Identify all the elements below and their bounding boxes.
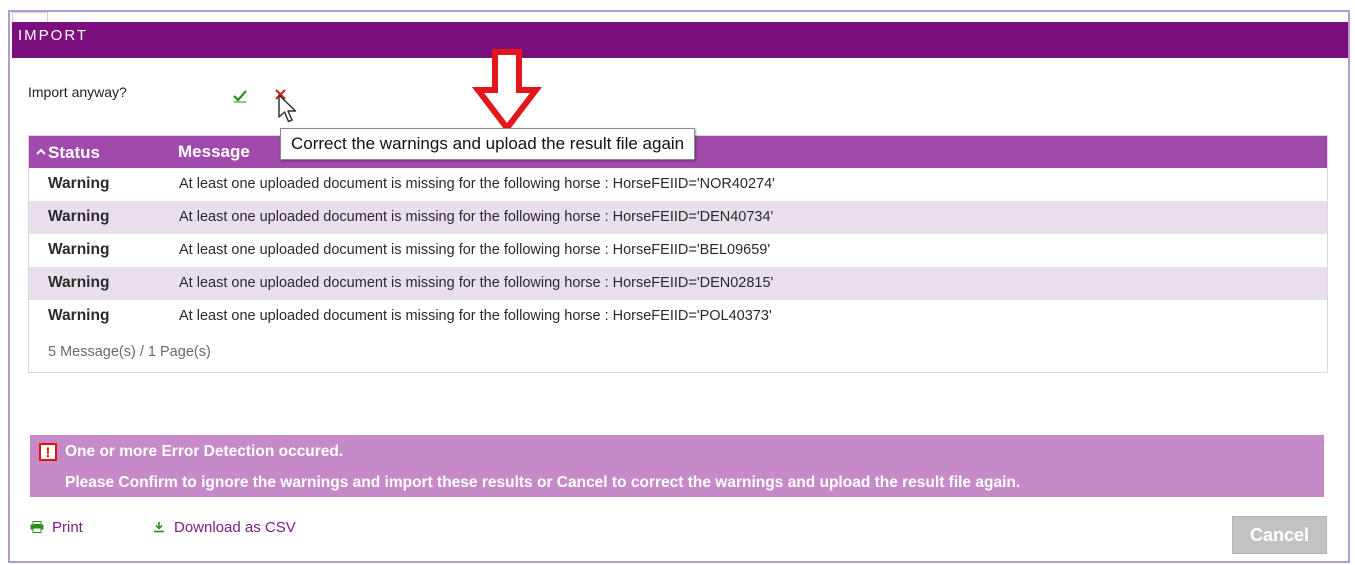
cancel-button[interactable]: Cancel <box>1232 516 1327 554</box>
tooltip: Correct the warnings and upload the resu… <box>280 128 696 160</box>
print-link[interactable]: Print <box>30 519 83 536</box>
pagination-summary: 5 Message(s) / 1 Page(s) <box>48 344 211 360</box>
status-cell: Warning <box>48 241 110 258</box>
table-row: Warning At least one uploaded document i… <box>29 201 1327 234</box>
table-row: Warning At least one uploaded document i… <box>29 267 1327 300</box>
grid-rows: Warning At least one uploaded document i… <box>29 168 1327 333</box>
message-cell: At least one uploaded document is missin… <box>179 308 772 324</box>
mouse-cursor-icon <box>277 93 299 125</box>
status-cell: Warning <box>48 175 110 192</box>
column-header-status-label: Status <box>48 143 100 162</box>
message-cell: At least one uploaded document is missin… <box>179 242 771 258</box>
table-row: Warning At least one uploaded document i… <box>29 300 1327 333</box>
dialog-title: IMPORT <box>12 22 1348 58</box>
checkmark-icon[interactable] <box>232 86 248 104</box>
print-label: Print <box>52 519 83 536</box>
download-csv-label: Download as CSV <box>174 519 296 536</box>
error-banner: ! One or more Error Detection occured. P… <box>30 435 1324 497</box>
error-title: One or more Error Detection occured. <box>65 443 344 460</box>
exclamation-icon: ! <box>39 443 57 461</box>
message-cell: At least one uploaded document is missin… <box>179 275 774 291</box>
table-row: Warning At least one uploaded document i… <box>29 234 1327 267</box>
download-csv-link[interactable]: Download as CSV <box>152 519 296 536</box>
status-cell: Warning <box>48 274 110 291</box>
message-cell: At least one uploaded document is missin… <box>179 209 774 225</box>
status-cell: Warning <box>48 307 110 324</box>
messages-grid: Status Message Warning At least one uplo… <box>28 135 1328 373</box>
import-anyway-label: Import anyway? <box>28 84 127 100</box>
download-icon <box>152 520 166 533</box>
table-row: Warning At least one uploaded document i… <box>29 168 1327 201</box>
printer-icon <box>30 520 44 533</box>
message-cell: At least one uploaded document is missin… <box>179 176 775 192</box>
error-description: Please Confirm to ignore the warnings an… <box>65 474 1021 491</box>
status-cell: Warning <box>48 208 110 225</box>
sort-up-icon <box>36 142 46 155</box>
column-header-message[interactable]: Message <box>178 142 250 162</box>
column-header-status[interactable]: Status <box>36 142 100 163</box>
down-arrow-icon <box>471 48 543 134</box>
